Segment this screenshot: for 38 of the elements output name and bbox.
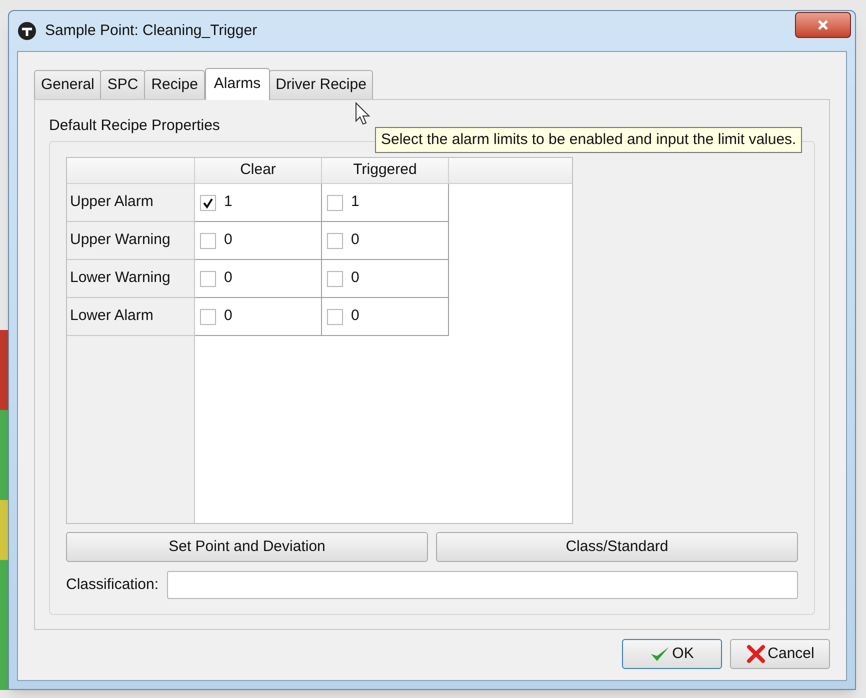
cell-value: 0	[224, 306, 232, 326]
tab[interactable]: Recipe	[144, 70, 205, 99]
close-icon	[817, 19, 829, 31]
classification-label: Classification:	[66, 574, 159, 595]
checkbox[interactable]	[327, 270, 343, 286]
tooltip: Select the alarm limits to be enabled and input the limit values.	[375, 127, 802, 153]
close-button[interactable]	[795, 12, 851, 38]
checkbox[interactable]	[200, 232, 216, 248]
cell-value: 0	[224, 230, 232, 250]
cell-value: 0	[351, 268, 360, 288]
cell-value: 0	[351, 230, 360, 250]
checkbox[interactable]	[200, 308, 216, 324]
tab[interactable]: Alarms	[204, 68, 270, 100]
app-logo-icon	[17, 21, 37, 41]
cross-icon	[746, 644, 766, 664]
push-button[interactable]: Class/Standard	[436, 532, 798, 562]
cancel-button[interactable]: Cancel	[730, 639, 830, 669]
tab[interactable]: Driver Recipe	[268, 70, 374, 99]
checkbox[interactable]	[327, 194, 343, 210]
column-header: Clear	[195, 158, 322, 183]
cell-value: 1	[224, 192, 232, 212]
cell-value: 0	[351, 306, 360, 326]
checkbox[interactable]	[327, 308, 343, 324]
tab[interactable]: SPC	[100, 70, 146, 99]
classification-field[interactable]	[166, 571, 798, 599]
checkbox[interactable]	[327, 232, 343, 248]
column-header: Triggered	[322, 158, 449, 183]
group-label: Default Recipe Properties	[49, 116, 220, 136]
checkmark-icon	[650, 645, 670, 663]
checkbox[interactable]	[200, 270, 216, 286]
mouse-cursor-icon	[355, 102, 371, 126]
push-button[interactable]: Set Point and Deviation	[66, 532, 428, 562]
checkbox[interactable]	[200, 194, 216, 210]
cell-value: 1	[351, 192, 360, 212]
tab[interactable]: General	[34, 70, 102, 99]
cell-value: 0	[224, 268, 232, 288]
window-title: Sample Point: Cleaning_Trigger	[45, 20, 258, 41]
ok-button[interactable]: OK	[622, 639, 722, 669]
